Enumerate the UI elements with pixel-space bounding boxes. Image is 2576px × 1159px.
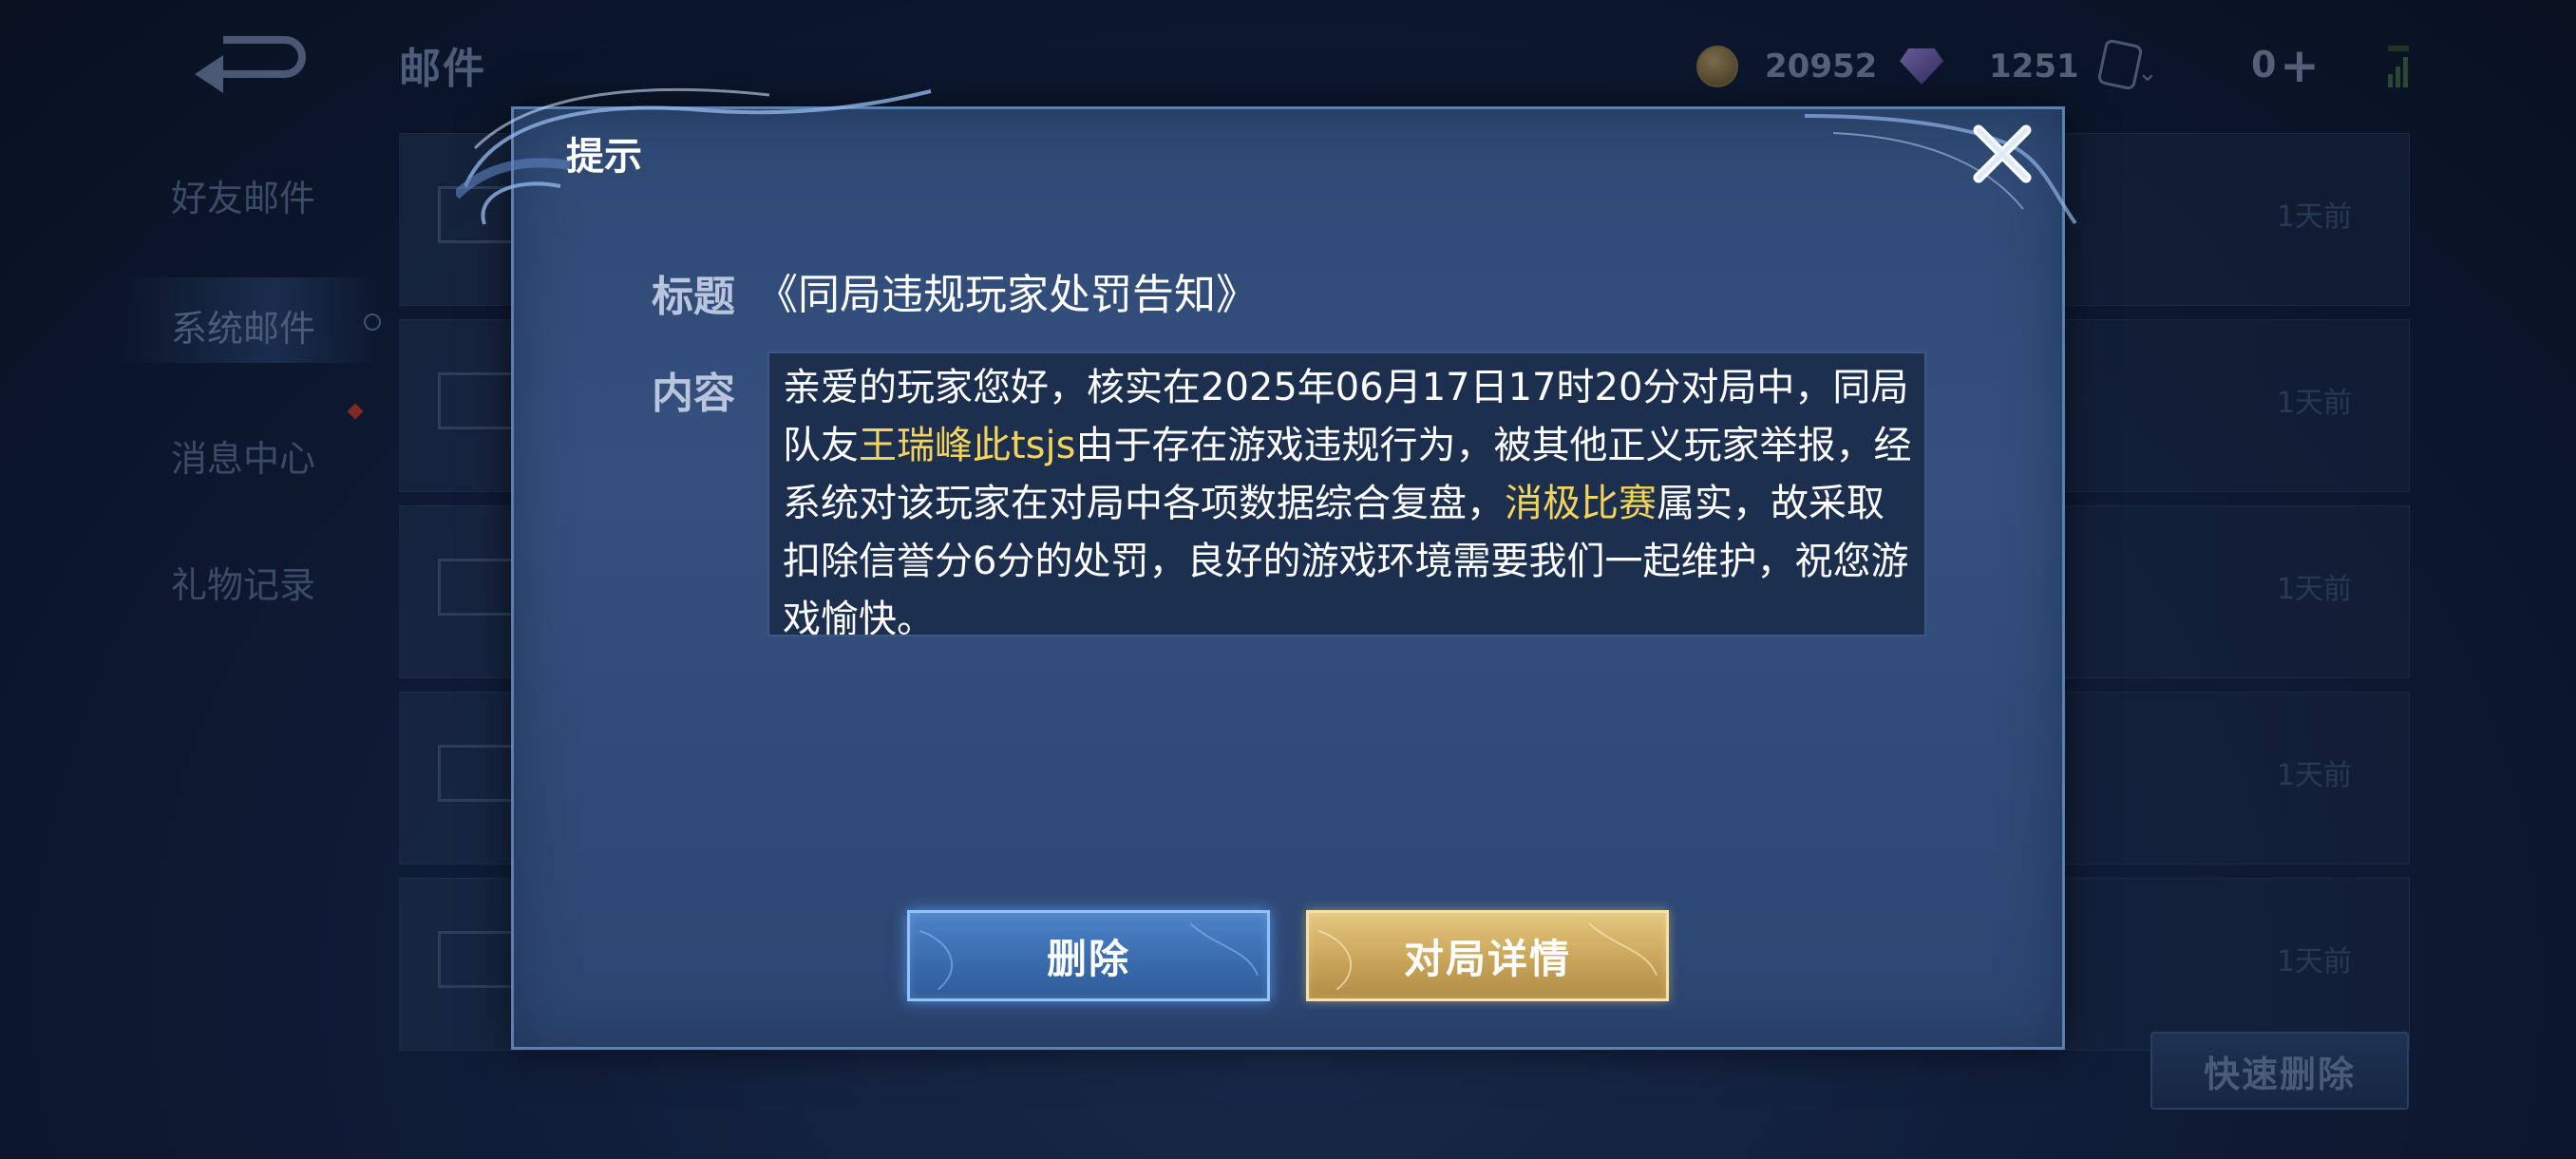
reported-player-name: 王瑞峰此tsjs	[859, 424, 1076, 467]
mail-content-box[interactable]: 亲爱的玩家您好，核实在2025年06月17日17时20分对局中，同局队友王瑞峰此…	[767, 352, 1926, 636]
subject-label: 标题	[652, 273, 735, 321]
close-icon[interactable]	[1969, 121, 2036, 187]
content-label: 内容	[652, 370, 735, 418]
mail-subject: 《同局违规玩家处罚告知》	[756, 271, 1258, 319]
dialog-ornament-left	[456, 87, 932, 225]
close-button[interactable]	[1964, 116, 2040, 192]
delete-button-label: 删除	[1046, 935, 1130, 982]
dialog-title: 提示	[566, 135, 642, 179]
match-details-button[interactable]: 对局详情	[1306, 910, 1669, 1001]
violation-type: 消极比赛	[1505, 482, 1657, 525]
game-mail-screen: 邮件 20952 1251 ⌄ 0 + 好友邮件 系统邮件 消息中心 礼物记录	[0, 0, 2576, 1159]
delete-button[interactable]: 删除	[907, 910, 1270, 1001]
mail-content-text: 亲爱的玩家您好，核实在2025年06月17日17时20分对局中，同局队友王瑞峰此…	[783, 359, 1913, 635]
match-details-button-label: 对局详情	[1403, 935, 1571, 982]
